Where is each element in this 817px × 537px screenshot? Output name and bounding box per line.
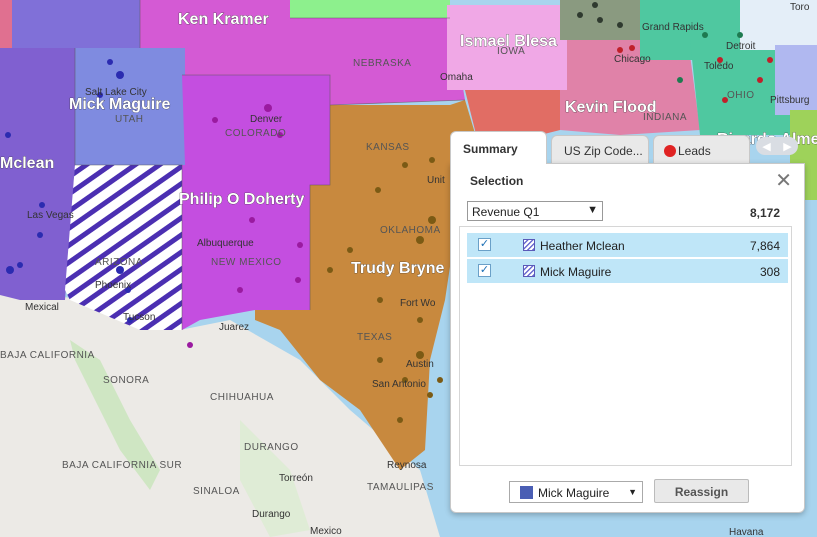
city-label: Reynosa	[387, 460, 427, 471]
city-label: Las Vegas	[27, 210, 74, 221]
city-label: Mexico	[310, 526, 342, 537]
panel-body: Selection ✕ Revenue Q1 ▼ 8,172 ✓ Heather…	[450, 163, 805, 513]
selection-list: ✓ Heather Mclean 7,864 ✓ Mick Maguire 30…	[459, 226, 792, 466]
state-label: OHIO	[727, 90, 755, 101]
city-label: San Antonio	[372, 379, 426, 390]
state-label: ARIZONA	[95, 257, 143, 268]
territory-color-swatch	[520, 486, 533, 499]
city-label: Torreón	[279, 473, 313, 484]
state-label: COLORADO	[225, 128, 286, 139]
row-name: Mick Maguire	[540, 265, 612, 279]
city-label: Toledo	[704, 61, 734, 72]
state-label: SINALOA	[193, 486, 240, 497]
city-label: Toro	[790, 2, 810, 13]
row-checkbox[interactable]: ✓	[478, 238, 491, 251]
territory-mclean-selected[interactable]	[65, 165, 182, 330]
territory-label-ismael-blesa: Ismael Blesa	[460, 33, 557, 50]
state-label: NEBRASKA	[353, 58, 411, 69]
selection-panel: Summary US Zip Code... Leads ◀ ▶ Selecti…	[450, 131, 805, 513]
territory-label-ken-kramer: Ken Kramer	[178, 11, 269, 28]
state-label: TAMAULIPAS	[367, 482, 434, 493]
city-label: Chicago	[614, 54, 651, 65]
hatch-swatch-icon	[523, 239, 535, 251]
tab-leads[interactable]: Leads	[653, 135, 750, 163]
assign-territory-value: Mick Maguire	[538, 486, 610, 500]
state-label: BAJA CALIFORNIA	[0, 350, 95, 361]
city-label: Omaha	[440, 72, 473, 83]
city-label: Grand Rapids	[642, 22, 704, 33]
tab-us-zip-code[interactable]: US Zip Code...	[551, 135, 649, 163]
territory-label-mick-maguire: Mick Maguire	[69, 96, 170, 113]
territory-label-kevin-flood: Kevin Flood	[565, 99, 657, 116]
territory-mclean[interactable]	[0, 48, 75, 300]
city-label: Durango	[252, 509, 291, 520]
caret-down-icon: ▼	[628, 487, 637, 497]
territory-label-mclean: Mclean	[0, 155, 54, 172]
tab-summary[interactable]: Summary	[450, 131, 547, 164]
row-value: 308	[759, 265, 780, 279]
arrow-left-icon[interactable]: ◀	[762, 140, 770, 153]
territory-label-philip-o-doherty: Philip O Doherty	[179, 191, 304, 208]
state-label: OKLAHOMA	[380, 225, 441, 236]
selection-total: 8,172	[749, 206, 780, 220]
city-label: Albuquerque	[197, 238, 254, 249]
metric-dropdown-value: Revenue Q1	[472, 205, 540, 219]
selection-title: Selection	[470, 174, 524, 188]
city-label: Fort Wo	[400, 298, 436, 309]
state-label: UTAH	[115, 114, 143, 125]
tab-scroll-arrows[interactable]: ◀ ▶	[756, 137, 798, 155]
row-checkbox[interactable]: ✓	[478, 264, 491, 277]
city-label: Tucson	[123, 312, 155, 323]
territory-label-trudy-bryne: Trudy Bryne	[351, 260, 444, 277]
row-name: Heather Mclean	[540, 239, 625, 253]
tab-leads-label: Leads	[678, 144, 711, 158]
city-label: Havana	[729, 527, 764, 537]
city-label: Unit	[427, 175, 445, 186]
row-value: 7,864	[749, 239, 780, 253]
reassign-button[interactable]: Reassign	[654, 479, 749, 503]
caret-down-icon: ▼	[587, 204, 598, 216]
state-label: KANSAS	[366, 142, 410, 153]
city-label: Denver	[250, 114, 283, 125]
assign-territory-dropdown[interactable]: Mick Maguire ▼	[509, 481, 643, 503]
leads-dot-icon	[664, 145, 676, 157]
state-label: SONORA	[103, 375, 149, 386]
state-label: DURANGO	[244, 442, 299, 453]
city-label: Juarez	[219, 322, 249, 333]
list-item[interactable]: ✓ Mick Maguire 308	[467, 259, 788, 283]
city-label: Mexical	[25, 302, 59, 313]
metric-dropdown[interactable]: Revenue Q1 ▼	[467, 201, 603, 221]
state-label: TEXAS	[357, 332, 392, 343]
city-label: Pittsburg	[770, 95, 809, 106]
state-label: BAJA CALIFORNIA SUR	[62, 460, 182, 471]
state-label: CHIHUAHUA	[210, 392, 274, 403]
city-label: Detroit	[726, 41, 756, 52]
panel-tabs: Summary US Zip Code... Leads ◀ ▶	[450, 131, 805, 164]
close-icon[interactable]: ✕	[775, 171, 792, 191]
arrow-right-icon[interactable]: ▶	[783, 140, 791, 153]
hatch-swatch-icon	[523, 265, 535, 277]
city-label: Phoenix	[95, 280, 131, 291]
city-label: Austin	[406, 359, 434, 370]
state-label: NEW MEXICO	[211, 257, 282, 268]
list-item[interactable]: ✓ Heather Mclean 7,864	[467, 233, 788, 257]
